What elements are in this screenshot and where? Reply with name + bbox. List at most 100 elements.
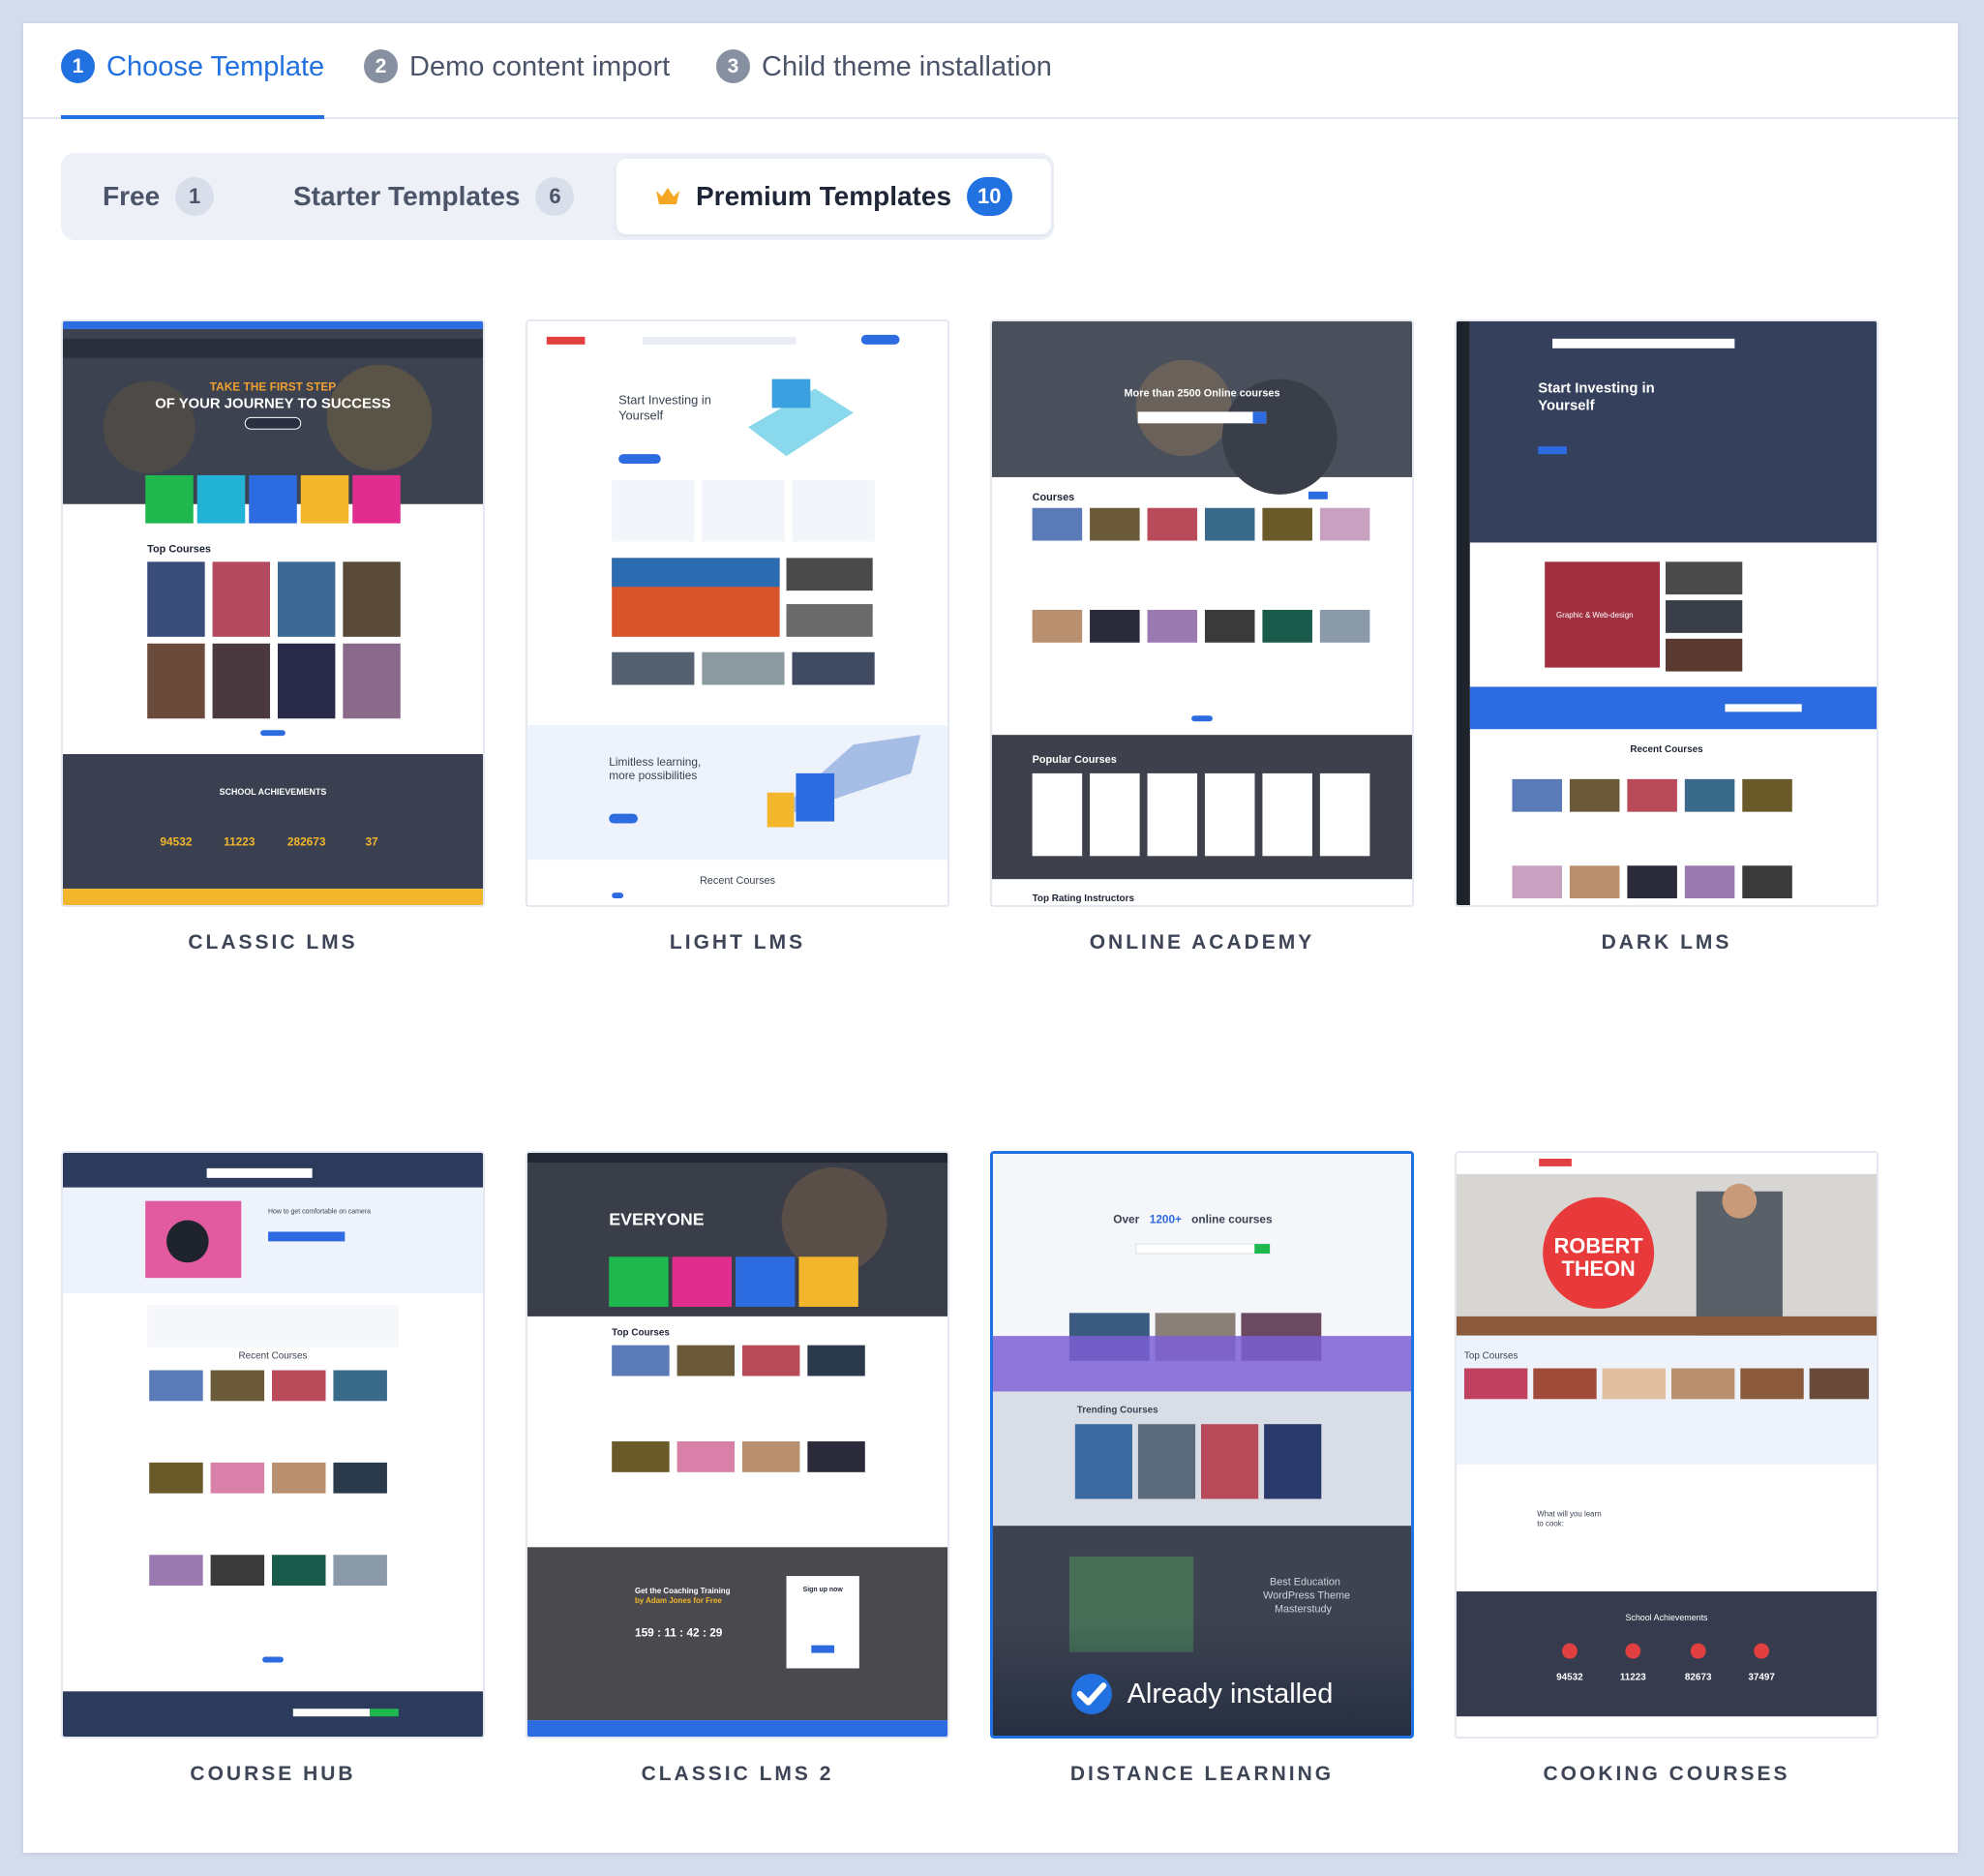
template-name: DISTANCE LEARNING (1069, 1763, 1335, 1785)
preview-text: 11223 (1620, 1672, 1646, 1682)
template-preview: Over 1200+ online courses Trending Cours… (990, 1151, 1414, 1739)
preview-text: Get the Coaching Training (635, 1587, 731, 1595)
preview-text: Trending Courses (1077, 1405, 1158, 1415)
preview-text: Top Rating Instructors (1033, 893, 1135, 904)
preview-text: WordPress Theme (1263, 1589, 1350, 1601)
classic-lms-2-preview-image: EVERYONE Top Courses Get the Coaching Tr… (527, 1153, 947, 1737)
preview-text: Top Courses (1464, 1351, 1518, 1362)
wizard-steps: 1 Choose Template 2 Demo content import … (23, 23, 1958, 119)
template-card-classic-lms[interactable]: TAKE THE FIRST STEP OF YOUR JOURNEY TO S… (61, 319, 485, 954)
template-name: LIGHT LMS (669, 931, 806, 953)
preview-text: EVERYONE (609, 1209, 704, 1228)
preview-text: Top Courses (612, 1328, 670, 1339)
template-name: COURSE HUB (190, 1763, 356, 1785)
tab-label: Free (103, 181, 161, 211)
preview-text: 11223 (224, 834, 256, 848)
preview-text: 159 : 11 : 42 : 29 (635, 1626, 723, 1640)
template-card-distance-learning[interactable]: Over 1200+ online courses Trending Cours… (990, 1151, 1414, 1786)
checkmark-icon (1070, 1674, 1112, 1714)
preview-text: Recent Courses (700, 875, 776, 887)
template-name: CLASSIC LMS 2 (641, 1763, 834, 1785)
preview-text: to cook: (1537, 1519, 1564, 1528)
template-card-online-academy[interactable]: More than 2500 Online courses Courses Po… (990, 319, 1414, 954)
step-demo-content-import[interactable]: 2 Demo content import (364, 48, 670, 119)
preview-text: 82673 (1685, 1672, 1712, 1682)
preview-text: 282673 (287, 834, 326, 848)
tab-free[interactable]: Free 1 (103, 159, 215, 234)
preview-text: 94532 (1556, 1672, 1583, 1682)
classic-lms-preview-image: TAKE THE FIRST STEP OF YOUR JOURNEY TO S… (63, 321, 483, 905)
dark-lms-preview-image: Start Investing in Yourself Graphic & We… (1457, 321, 1877, 905)
tab-starter-templates[interactable]: Starter Templates 6 (293, 159, 575, 234)
preview-text: Yourself (1538, 398, 1594, 413)
template-name: COOKING COURSES (1543, 1763, 1790, 1785)
crown-icon (656, 188, 679, 204)
template-card-course-hub[interactable]: How to get comfortable on camera Recent … (61, 1151, 485, 1786)
step-label: Demo content import (409, 51, 671, 82)
preview-text: SCHOOL ACHIEVEMENTS (220, 787, 327, 797)
light-lms-preview-image: Start Investing in Yourself Limitless le… (527, 321, 947, 905)
tab-count-badge: 6 (535, 177, 575, 216)
preview-text: 94532 (160, 834, 192, 848)
preview-text: Top Courses (147, 543, 211, 555)
template-preview: TAKE THE FIRST STEP OF YOUR JOURNEY TO S… (61, 319, 485, 907)
already-installed-overlay: Already installed (993, 1619, 1411, 1736)
preview-text: TAKE THE FIRST STEP (210, 380, 336, 394)
template-card-classic-lms-2[interactable]: EVERYONE Top Courses Get the Coaching Tr… (526, 1151, 949, 1786)
tab-count-badge: 1 (175, 177, 215, 216)
preview-text: Best Education (1270, 1577, 1340, 1589)
template-preview: ROBERT THEON Top Courses What will you l… (1455, 1151, 1879, 1739)
preview-text: More than 2500 Online courses (1124, 387, 1279, 399)
preview-text: Recent Courses (1630, 744, 1703, 755)
step-number: 1 (61, 49, 95, 83)
preview-text: School Achievements (1625, 1613, 1708, 1622)
tab-premium-templates[interactable]: Premium Templates 10 (616, 159, 1051, 234)
preview-text: Recent Courses (239, 1351, 308, 1362)
step-choose-template[interactable]: 1 Choose Template (61, 48, 325, 119)
course-hub-preview-image: How to get comfortable on camera Recent … (63, 1153, 483, 1737)
template-name: ONLINE ACADEMY (1089, 931, 1315, 953)
template-name: DARK LMS (1601, 931, 1732, 953)
preview-text: 1200+ (1150, 1212, 1182, 1225)
preview-text: 37 (365, 834, 378, 848)
step-label: Child theme installation (762, 51, 1052, 82)
setup-wizard-panel: 1 Choose Template 2 Demo content import … (23, 23, 1958, 1853)
preview-text: OF YOUR JOURNEY TO SUCCESS (155, 396, 391, 411)
template-preview: How to get comfortable on camera Recent … (61, 1151, 485, 1739)
template-card-cooking-courses[interactable]: ROBERT THEON Top Courses What will you l… (1455, 1151, 1879, 1786)
template-preview: EVERYONE Top Courses Get the Coaching Tr… (526, 1151, 949, 1739)
preview-text: by Adam Jones for Free (635, 1596, 722, 1605)
template-type-tabs: Free 1 Starter Templates 6 Premium Templ… (61, 153, 1054, 240)
preview-text: online courses (1191, 1212, 1273, 1225)
step-label: Choose Template (106, 51, 325, 82)
preview-text: How to get comfortable on camera (268, 1209, 371, 1216)
preview-text: Limitless learning, (609, 755, 701, 769)
preview-text: Popular Courses (1033, 754, 1117, 766)
preview-text: 37497 (1748, 1672, 1775, 1682)
template-card-light-lms[interactable]: Start Investing in Yourself Limitless le… (526, 319, 949, 954)
preview-text: Over (1113, 1212, 1139, 1225)
installed-status: Already installed (1127, 1679, 1334, 1710)
preview-text: Start Investing in (1538, 380, 1655, 396)
preview-text: more possibilities (609, 769, 697, 782)
template-preview: More than 2500 Online courses Courses Po… (990, 319, 1414, 907)
tab-count-badge: 10 (967, 177, 1012, 216)
tab-label: Starter Templates (293, 181, 521, 211)
preview-text: What will you learn (1537, 1510, 1601, 1519)
preview-text: Graphic & Web-design (1556, 611, 1633, 620)
step-number: 3 (716, 49, 750, 83)
step-number: 2 (364, 49, 398, 83)
preview-text: THEON (1562, 1256, 1636, 1281)
preview-text: Yourself (618, 408, 663, 422)
preview-text: Sign up now (803, 1587, 844, 1593)
template-card-dark-lms[interactable]: Start Investing in Yourself Graphic & We… (1455, 319, 1879, 954)
preview-text: Masterstudy (1275, 1603, 1333, 1615)
template-preview: Start Investing in Yourself Graphic & We… (1455, 319, 1879, 907)
template-preview: Start Investing in Yourself Limitless le… (526, 319, 949, 907)
template-name: CLASSIC LMS (188, 931, 358, 953)
preview-text: Start Investing in (618, 392, 711, 407)
preview-text: ROBERT (1554, 1233, 1644, 1257)
step-child-theme-installation[interactable]: 3 Child theme installation (716, 48, 1052, 119)
preview-text: Courses (1033, 492, 1075, 503)
tab-label: Premium Templates (696, 181, 952, 211)
